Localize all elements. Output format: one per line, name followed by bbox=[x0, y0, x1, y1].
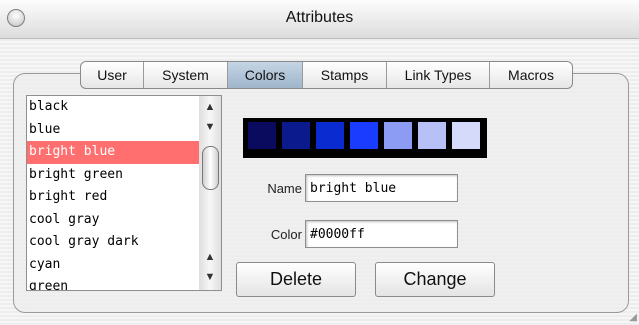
scroll-thumb[interactable] bbox=[202, 146, 219, 190]
list-item[interactable]: blue bbox=[27, 119, 200, 142]
color-swatch-strip bbox=[243, 118, 487, 158]
tab-colors[interactable]: Colors bbox=[227, 62, 302, 88]
color-field[interactable]: #0000ff bbox=[305, 220, 458, 248]
list-item[interactable]: cyan bbox=[27, 254, 200, 277]
color-swatch[interactable] bbox=[452, 122, 480, 149]
list-item-selected[interactable]: bright blue bbox=[27, 141, 200, 164]
name-label: Name bbox=[267, 181, 302, 196]
color-label: Color bbox=[270, 227, 302, 242]
tab-bar: User System Colors Stamps Link Types Mac… bbox=[80, 61, 573, 89]
title-bar: Attributes bbox=[0, 0, 639, 39]
color-swatch[interactable] bbox=[248, 122, 276, 149]
list-item[interactable]: bright red bbox=[27, 186, 200, 209]
list-item[interactable]: bright green bbox=[27, 164, 200, 187]
color-swatch[interactable] bbox=[316, 122, 344, 149]
scroll-up-arrow-icon[interactable]: ▲ bbox=[199, 248, 221, 266]
list-item[interactable]: black bbox=[27, 96, 200, 119]
tab-user[interactable]: User bbox=[81, 62, 143, 88]
tab-stamps[interactable]: Stamps bbox=[302, 62, 386, 88]
color-swatch[interactable] bbox=[282, 122, 310, 149]
delete-button[interactable]: Delete bbox=[236, 262, 356, 297]
scroll-up-arrow-icon[interactable]: ▲ bbox=[199, 98, 221, 116]
list-item[interactable]: cool gray dark bbox=[27, 231, 200, 254]
scroll-down-arrow-icon[interactable]: ▼ bbox=[199, 118, 221, 136]
change-button[interactable]: Change bbox=[375, 262, 495, 297]
list-scrollbar[interactable]: ▲ ▼ ▲ ▼ bbox=[199, 95, 222, 291]
color-list[interactable]: black blue bright blue bright green brig… bbox=[26, 95, 201, 291]
tab-system[interactable]: System bbox=[143, 62, 227, 88]
scroll-down-arrow-icon[interactable]: ▼ bbox=[199, 268, 221, 286]
color-swatch[interactable] bbox=[350, 122, 378, 149]
list-item[interactable]: cool gray bbox=[27, 209, 200, 232]
color-swatch[interactable] bbox=[384, 122, 412, 149]
color-swatch[interactable] bbox=[418, 122, 446, 149]
resize-grip-icon[interactable]: ◢ bbox=[629, 312, 637, 323]
list-item[interactable]: green bbox=[27, 276, 200, 290]
tab-link-types[interactable]: Link Types bbox=[386, 62, 489, 88]
window-title: Attributes bbox=[285, 9, 354, 26]
name-field[interactable]: bright blue bbox=[305, 174, 458, 202]
tab-macros[interactable]: Macros bbox=[489, 62, 572, 88]
